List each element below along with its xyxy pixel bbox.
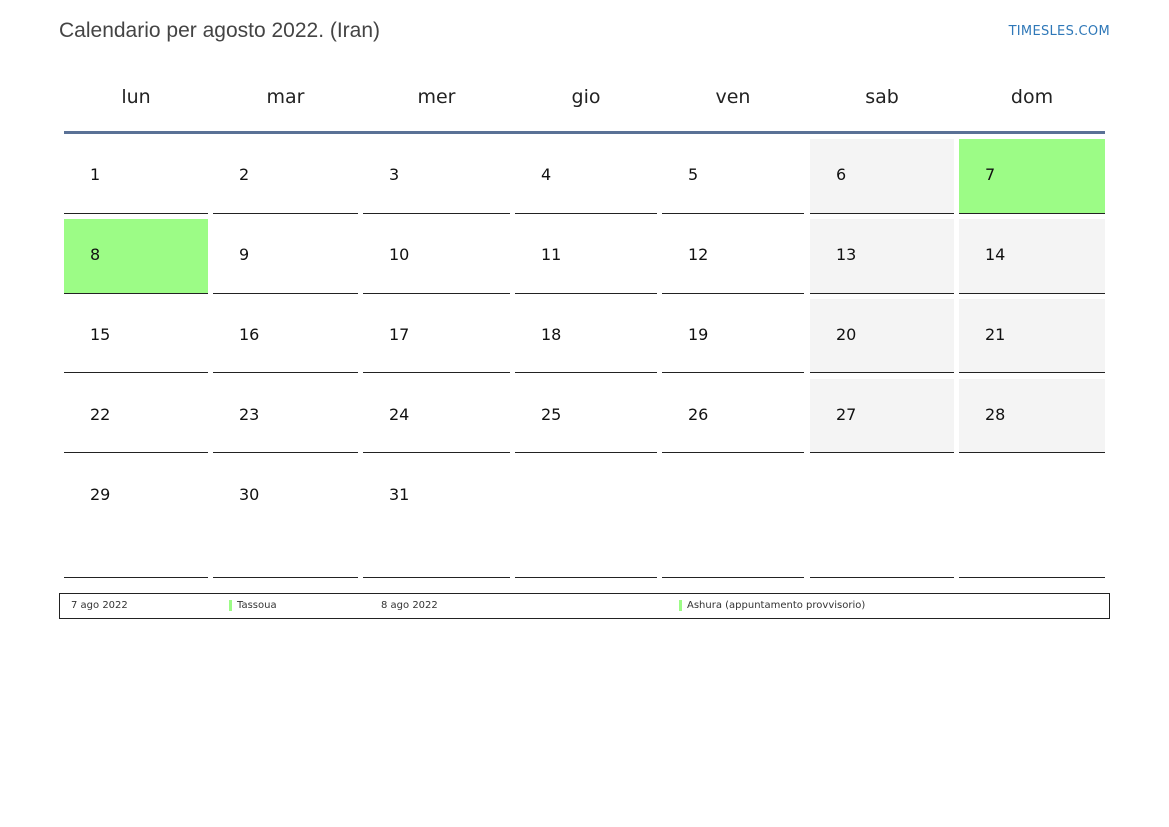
- day-number: 13: [836, 245, 857, 264]
- day-cell[interactable]: 21: [959, 299, 1105, 373]
- day-number: 8: [90, 245, 101, 264]
- weekday-label: ven: [715, 86, 751, 108]
- day-number: 3: [389, 165, 400, 184]
- day-number: 2: [239, 165, 250, 184]
- legend-color-bar: [679, 600, 682, 611]
- day-cell[interactable]: 19: [662, 299, 804, 373]
- day-number: 20: [836, 325, 857, 344]
- day-cell[interactable]: 12: [662, 219, 804, 294]
- day-cell[interactable]: 10: [363, 219, 510, 294]
- day-cell[interactable]: 1: [64, 139, 208, 214]
- day-number: 18: [541, 325, 562, 344]
- day-number: 23: [239, 405, 260, 424]
- day-cell[interactable]: 20: [810, 299, 954, 373]
- day-cell[interactable]: 25: [515, 379, 657, 453]
- page-title: Calendario per agosto 2022. (Iran): [59, 19, 381, 42]
- empty-day-cell: [515, 459, 657, 578]
- empty-day-cell: [662, 459, 804, 578]
- legend-color-bar: [229, 600, 232, 611]
- day-cell[interactable]: 22: [64, 379, 208, 453]
- day-cell[interactable]: 4: [515, 139, 657, 214]
- day-number: 28: [985, 405, 1006, 424]
- day-cell[interactable]: 16: [213, 299, 358, 373]
- day-cell[interactable]: 11: [515, 219, 657, 294]
- day-cell[interactable]: 30: [213, 459, 358, 578]
- day-number: 14: [985, 245, 1006, 264]
- legend-holiday-name: Ashura (appuntamento provvisorio): [687, 600, 866, 611]
- day-number: 26: [688, 405, 709, 424]
- day-number: 22: [90, 405, 111, 424]
- day-cell[interactable]: 7: [959, 139, 1105, 214]
- day-cell[interactable]: 28: [959, 379, 1105, 453]
- weekday-label: lun: [121, 86, 151, 108]
- day-number: 21: [985, 325, 1006, 344]
- weekday-label: gio: [571, 86, 601, 108]
- weekday-label: sab: [865, 86, 899, 108]
- day-number: 25: [541, 405, 562, 424]
- day-number: 9: [239, 245, 250, 264]
- day-number: 29: [90, 485, 111, 504]
- weekday-label: dom: [1010, 86, 1054, 108]
- day-number: 16: [239, 325, 260, 344]
- day-cell[interactable]: 5: [662, 139, 804, 214]
- day-cell[interactable]: 8: [64, 219, 208, 294]
- day-number: 7: [985, 165, 996, 184]
- day-number: 15: [90, 325, 111, 344]
- day-number: 31: [389, 485, 410, 504]
- legend-date: 7 ago 2022: [71, 600, 128, 611]
- day-number: 10: [389, 245, 410, 264]
- header-rule: [64, 131, 1105, 134]
- day-cell[interactable]: 24: [363, 379, 510, 453]
- day-cell[interactable]: 3: [363, 139, 510, 214]
- day-number: 4: [541, 165, 552, 184]
- empty-day-cell: [959, 459, 1105, 578]
- day-cell[interactable]: 31: [363, 459, 510, 578]
- day-number: 30: [239, 485, 260, 504]
- day-cell[interactable]: 9: [213, 219, 358, 294]
- day-cell[interactable]: 13: [810, 219, 954, 294]
- day-cell[interactable]: 15: [64, 299, 208, 373]
- day-cell[interactable]: 2: [213, 139, 358, 214]
- day-number: 17: [389, 325, 410, 344]
- day-cell[interactable]: 18: [515, 299, 657, 373]
- day-number: 12: [688, 245, 709, 264]
- empty-day-cell: [810, 459, 954, 578]
- brand-link[interactable]: TIMESLES.COM: [1009, 24, 1110, 39]
- day-number: 11: [541, 245, 562, 264]
- weekday-label: mer: [417, 86, 456, 108]
- day-cell[interactable]: 14: [959, 219, 1105, 294]
- day-number: 24: [389, 405, 410, 424]
- legend-date: 8 ago 2022: [381, 600, 438, 611]
- day-cell[interactable]: 6: [810, 139, 954, 214]
- day-number: 1: [90, 165, 101, 184]
- holiday-legend: 7 ago 2022 Tassoua 8 ago 2022 Ashura (ap…: [59, 593, 1110, 619]
- day-cell[interactable]: 26: [662, 379, 804, 453]
- day-cell[interactable]: 27: [810, 379, 954, 453]
- day-cell[interactable]: 29: [64, 459, 208, 578]
- day-number: 6: [836, 165, 847, 184]
- legend-holiday-name: Tassoua: [237, 600, 277, 611]
- day-number: 27: [836, 405, 857, 424]
- day-number: 19: [688, 325, 709, 344]
- day-cell[interactable]: 23: [213, 379, 358, 453]
- day-number: 5: [688, 165, 699, 184]
- weekday-label: mar: [266, 86, 305, 108]
- day-cell[interactable]: 17: [363, 299, 510, 373]
